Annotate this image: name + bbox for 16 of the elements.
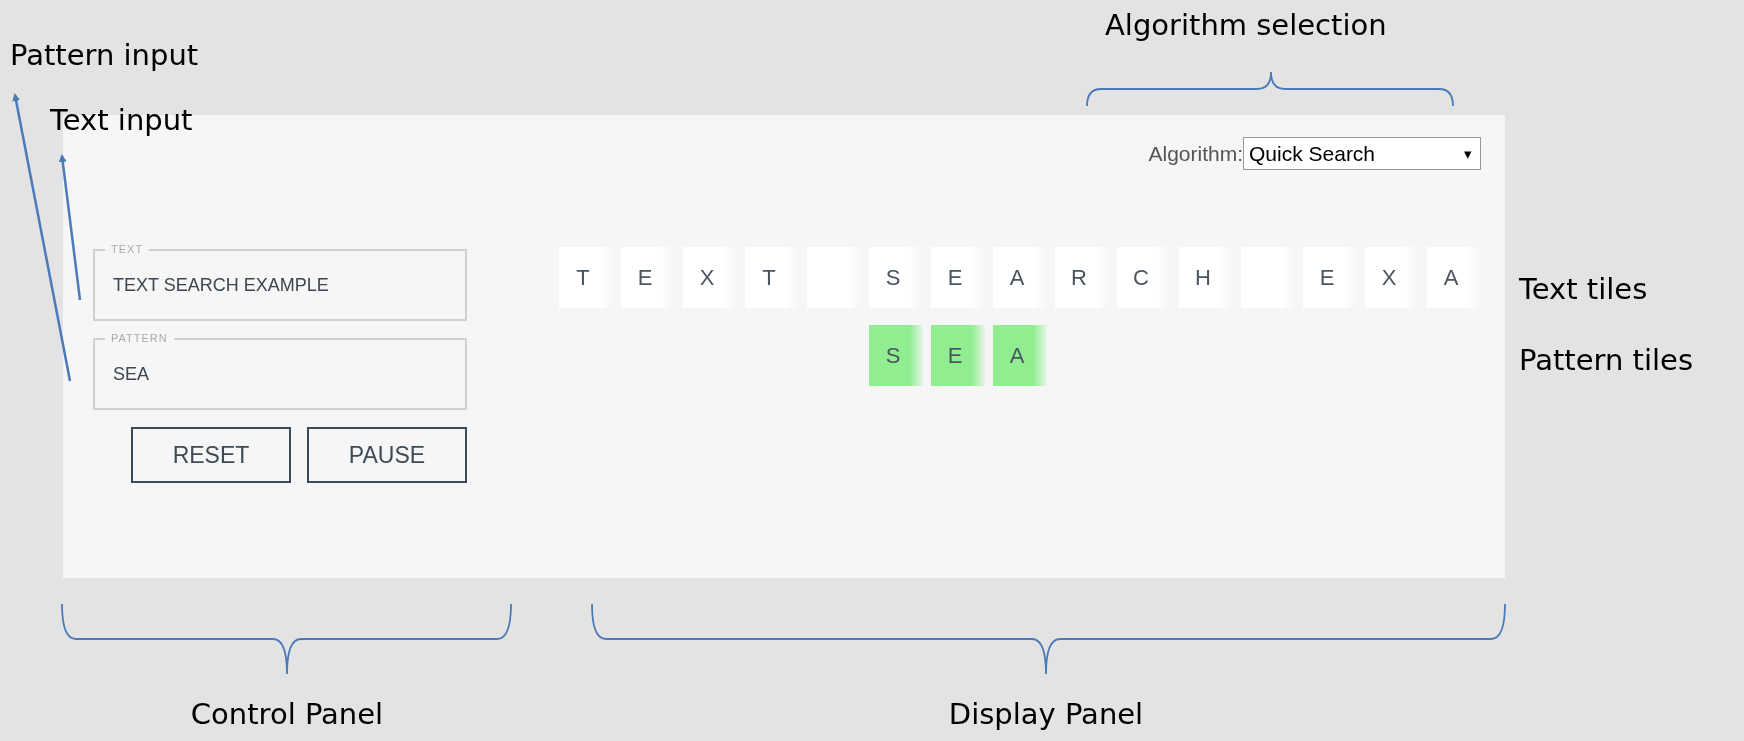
action-button[interactable]: RESET — [131, 427, 291, 483]
annotation-label: Control Panel — [190, 697, 384, 731]
annotation-label: Pattern tiles — [1519, 343, 1693, 377]
pattern-tile: A — [993, 325, 1047, 386]
algorithm-dropdown[interactable]: Quick Search ▾ — [1243, 137, 1481, 170]
pattern-tile: S — [869, 325, 923, 386]
field-legend: PATTERN — [105, 331, 174, 345]
annotation-label: Text tiles — [1519, 272, 1648, 306]
annotation-label: Algorithm selection — [1105, 8, 1387, 42]
annotation-label: Pattern input — [10, 38, 199, 72]
pattern-tile: E — [931, 325, 985, 386]
field-legend: TEXT — [105, 242, 150, 256]
annotation-label: Text input — [50, 103, 193, 137]
annotation-label: Display Panel — [948, 697, 1144, 731]
algorithm-label: Algorithm: — [1148, 141, 1243, 166]
action-button[interactable]: PAUSE — [307, 427, 467, 483]
